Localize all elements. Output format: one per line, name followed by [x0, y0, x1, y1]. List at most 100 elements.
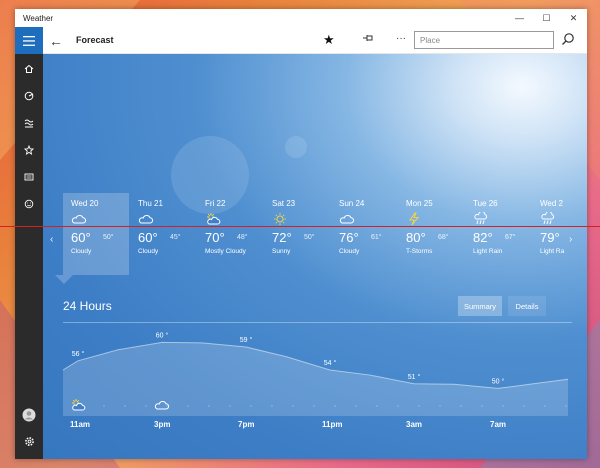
temperature-label: 50 °: [492, 377, 505, 385]
maximize-button[interactable]: ☐: [533, 9, 560, 27]
lightning-icon: [409, 212, 420, 226]
condition-label: Sunny: [272, 248, 291, 255]
pin-icon[interactable]: [362, 33, 374, 46]
day-tile[interactable]: Tue 26 82° 67° Light Rain: [465, 193, 531, 275]
day-tile[interactable]: Fri 22 70° 48° Mostly Cloudy: [197, 193, 263, 275]
sidebar-item-settings[interactable]: [15, 432, 43, 450]
high-temp: 60°: [71, 230, 91, 245]
back-button[interactable]: ←: [49, 33, 63, 49]
condition-label: Light Rain: [473, 248, 503, 255]
day-name: Tue 26: [473, 199, 498, 208]
hourly-temperature-chart: 56 ° 60 ° 59 ° 54 ° 51 ° 50 °: [62, 331, 569, 416]
cloud-icon: [138, 214, 154, 224]
high-temp: 82°: [473, 230, 493, 245]
news-icon: [24, 173, 34, 181]
hour-tick: [166, 405, 168, 407]
hour-tick: [208, 405, 210, 407]
low-temp: 45°: [170, 234, 181, 241]
sidebar-item-forecast[interactable]: [15, 60, 43, 78]
sidebar-item-maps[interactable]: [15, 87, 43, 105]
forecast-content: ‹ › Wed 20 60° 50° Cloudy Thu 21 60° 45° Cloudy…: [43, 54, 587, 459]
day-tile[interactable]: Wed 2 79° Light Ra: [532, 193, 587, 275]
hour-label: 7pm: [238, 420, 255, 429]
low-temp: 67°: [505, 234, 516, 241]
day-tile[interactable]: Wed 20 60° 50° Cloudy: [63, 193, 129, 275]
hour-label: 11pm: [322, 420, 343, 429]
high-temp: 60°: [138, 230, 158, 245]
hour-label: 3am: [406, 420, 423, 429]
temperature-label: 51 °: [408, 373, 421, 381]
bokeh-decoration: [285, 136, 307, 158]
hour-tick: [187, 405, 189, 407]
hour-tick: [250, 405, 252, 407]
window-title: Weather: [23, 13, 54, 23]
hour-tick: [502, 405, 504, 407]
hour-tick: [103, 405, 105, 407]
hour-tick: [292, 405, 294, 407]
high-temp: 80°: [406, 230, 426, 245]
temperature-label: 54 °: [324, 359, 337, 367]
favorite-star-icon[interactable]: ★: [323, 32, 335, 48]
condition-label: T-Storms: [406, 248, 433, 255]
cloud-icon: [339, 214, 355, 224]
radar-icon: [24, 91, 34, 101]
day-tile[interactable]: Sun 24 76° 61° Cloudy: [331, 193, 397, 275]
hour-tick: [334, 405, 336, 407]
day-tile[interactable]: Thu 21 60° 45° Cloudy: [130, 193, 196, 275]
hour-tick: [418, 405, 420, 407]
day-name: Mon 25: [406, 199, 433, 208]
sun-icon: [274, 213, 286, 225]
partly-cloudy-icon: [207, 213, 221, 225]
more-options-icon[interactable]: ···: [396, 33, 406, 44]
sidebar-item-historical[interactable]: [15, 114, 43, 132]
app-bar: ← Forecast ★ ···: [15, 27, 587, 54]
cloud-icon: [71, 214, 87, 224]
low-temp: 68°: [438, 234, 449, 241]
star-outline-icon: [24, 145, 34, 155]
page-title: Forecast: [76, 35, 114, 45]
minimize-button[interactable]: —: [506, 9, 533, 27]
rain-icon: [474, 212, 488, 225]
guide-line: [0, 226, 600, 227]
close-button[interactable]: ✕: [560, 9, 587, 27]
smiley-icon: [24, 199, 34, 209]
hour-tick: [439, 405, 441, 407]
sidebar: [15, 54, 43, 459]
day-tile[interactable]: Mon 25 80° 68° T-Storms: [398, 193, 464, 275]
day-name: Sat 23: [272, 199, 296, 208]
hour-tick: [481, 405, 483, 407]
hour-tick: [355, 405, 357, 407]
search-input[interactable]: [414, 31, 554, 49]
sidebar-item-account[interactable]: [15, 406, 43, 424]
high-temp: 76°: [339, 230, 359, 245]
scroll-left-arrow[interactable]: ‹: [50, 234, 53, 245]
search-icon[interactable]: [561, 32, 575, 46]
day-tile[interactable]: Sat 23 72° 50° Sunny: [264, 193, 330, 275]
hourly-divider: [63, 322, 572, 323]
low-temp: 50°: [103, 234, 114, 241]
hour-tick: [376, 405, 378, 407]
temperature-label: 56 °: [72, 350, 85, 358]
high-temp: 72°: [272, 230, 292, 245]
hour-tick: [145, 405, 147, 407]
hour-tick: [124, 405, 126, 407]
sidebar-item-feedback[interactable]: [15, 195, 43, 213]
hourly-section-title: 24 Hours: [63, 299, 112, 313]
tab-details[interactable]: Details: [508, 296, 546, 316]
gear-icon: [24, 436, 34, 446]
sidebar-item-places[interactable]: [15, 141, 43, 159]
high-temp: 70°: [205, 230, 225, 245]
day-name: Fri 22: [205, 199, 226, 208]
hour-label: 3pm: [154, 420, 171, 429]
hour-tick: [460, 405, 462, 407]
weather-window: Weather — ☐ ✕ ← Forecast ★ ··· Place ‹ ›…: [15, 9, 587, 459]
sidebar-item-news[interactable]: [15, 168, 43, 186]
day-name: Wed 2: [540, 199, 563, 208]
condition-label: Cloudy: [71, 248, 92, 255]
tab-summary[interactable]: Summary: [458, 296, 502, 316]
low-temp: 48°: [237, 234, 248, 241]
hour-tick: [523, 405, 525, 407]
hamburger-menu-button[interactable]: [15, 27, 43, 54]
low-temp: 50°: [304, 234, 315, 241]
low-temp: 61°: [371, 234, 382, 241]
